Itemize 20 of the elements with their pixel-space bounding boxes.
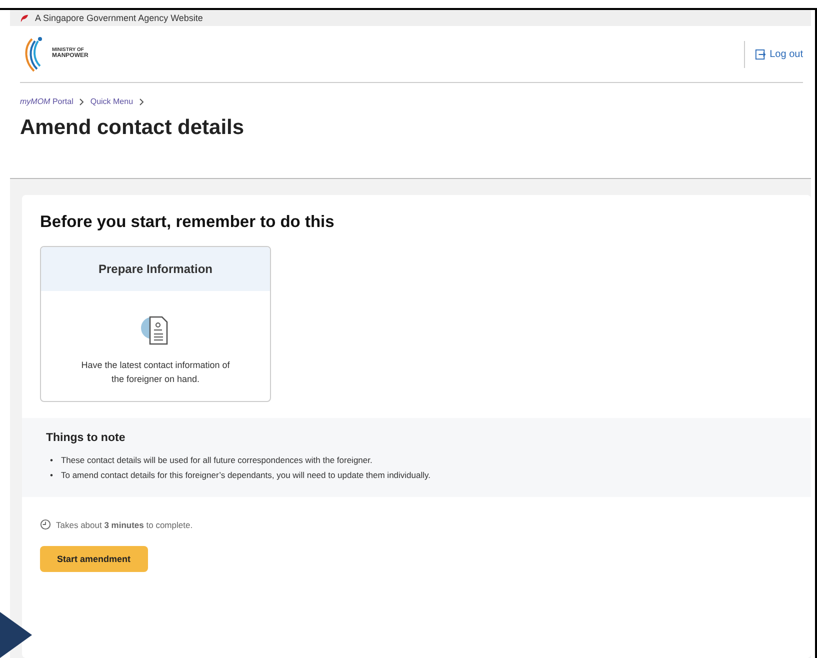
logout-icon	[754, 48, 766, 60]
start-button[interactable]: Start amendment	[40, 546, 148, 572]
breadcrumb-link[interactable]: Quick Menu	[90, 97, 134, 106]
chevron-icon	[79, 98, 84, 106]
info-card-title: Prepare Information	[41, 247, 270, 291]
bullet: •	[50, 469, 53, 482]
notes-heading: Things to note	[46, 432, 126, 444]
section-heading: Before you start, remember to do this	[40, 213, 336, 232]
bullet: •	[50, 454, 53, 467]
duration-text: Takes about 3 minutes to complete.	[56, 520, 193, 530]
clock-icon	[40, 519, 51, 530]
note-item: To amend contact details for this foreigner’s dependants, you will need to update them individually.	[60, 469, 430, 482]
page-title: Amend contact details	[20, 116, 246, 140]
chevron-icon	[139, 98, 144, 106]
banner-text: A Singapore Government Agency Website	[35, 13, 203, 23]
note-item: These contact details will be used for all future correspondences with the foreigner.	[60, 454, 372, 467]
breadcrumb-link[interactable]: myMOM Portal	[20, 97, 74, 106]
logout-link[interactable]: Log out	[744, 40, 803, 68]
info-card-text: Have the latest contact information of the foreigner on hand.	[80, 359, 231, 386]
pointer-arrow-icon	[0, 612, 33, 658]
